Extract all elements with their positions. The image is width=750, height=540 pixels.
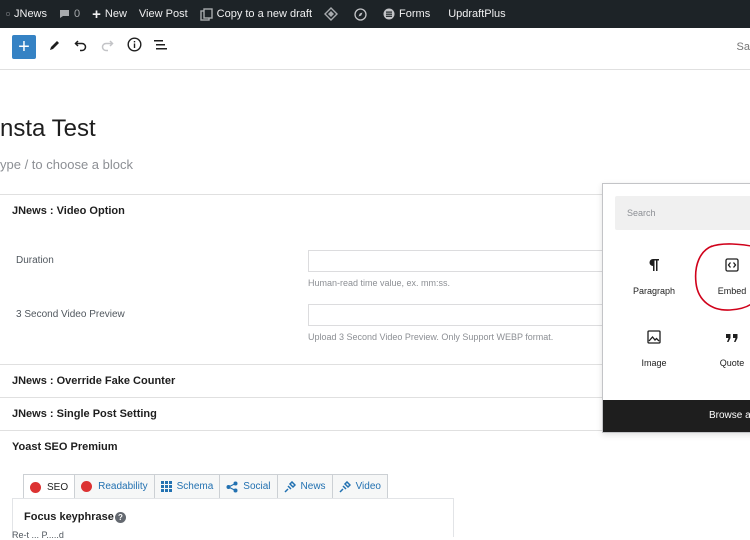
duration-help: Human-read time value, ex. mm:ss. bbox=[308, 278, 451, 288]
undo-icon bbox=[74, 38, 88, 57]
block-quote[interactable]: Quote bbox=[697, 330, 750, 368]
video-preview-help: Upload 3 Second Video Preview. Only Supp… bbox=[308, 332, 554, 342]
plug-icon bbox=[339, 480, 351, 493]
comment-bubble-icon bbox=[59, 9, 70, 19]
truncated-text: Re-t ... P.....d bbox=[12, 530, 64, 540]
single-post-setting-heading[interactable]: JNews : Single Post Setting bbox=[12, 408, 157, 420]
yoast-seo-heading[interactable]: Yoast SEO Premium bbox=[12, 441, 118, 453]
readability-score-dot bbox=[81, 481, 93, 492]
list-view-button[interactable] bbox=[149, 36, 171, 58]
wordpress-icon bbox=[6, 9, 10, 19]
metabox-divider bbox=[0, 364, 604, 365]
block-appender-placeholder[interactable]: ype / to choose a block bbox=[0, 157, 133, 172]
copy-draft-link[interactable]: Copy to a new draft bbox=[194, 0, 318, 28]
tab-seo[interactable]: SEO bbox=[23, 474, 76, 499]
list-view-icon bbox=[153, 38, 168, 57]
tab-social[interactable]: Social bbox=[219, 474, 278, 498]
seo-score-dot bbox=[30, 481, 41, 493]
plug-icon bbox=[284, 480, 296, 493]
fake-counter-heading[interactable]: JNews : Override Fake Counter bbox=[12, 375, 175, 387]
site-name-link[interactable]: JNews bbox=[0, 0, 53, 28]
post-title[interactable]: nsta Test bbox=[0, 115, 96, 143]
diamond-icon bbox=[324, 7, 339, 21]
admin-bar: JNews 0 + New View Post Copy to a new dr… bbox=[0, 0, 750, 28]
plus-icon: + bbox=[92, 5, 101, 23]
video-option-heading[interactable]: JNews : Video Option bbox=[12, 205, 125, 217]
tools-button[interactable] bbox=[44, 36, 66, 58]
save-draft-link[interactable]: Sa bbox=[737, 41, 750, 53]
duration-label: Duration bbox=[16, 255, 54, 266]
duration-input[interactable] bbox=[308, 250, 630, 272]
browse-all-button[interactable]: Browse al bbox=[603, 400, 750, 432]
quote-icon bbox=[697, 330, 750, 346]
video-preview-input[interactable] bbox=[308, 304, 630, 326]
help-icon[interactable]: ? bbox=[115, 512, 126, 523]
block-inserter-toggle[interactable]: + bbox=[12, 35, 36, 59]
undo-button[interactable] bbox=[70, 36, 92, 58]
block-paragraph[interactable]: Paragraph bbox=[619, 258, 689, 296]
search-placeholder: Search bbox=[627, 208, 656, 218]
diamond-menu-link[interactable] bbox=[318, 0, 348, 28]
focus-keyphrase-label: Focus keyphrase bbox=[24, 511, 114, 523]
grid-icon bbox=[160, 481, 172, 492]
yoast-tabs: SEO Readability Schema Social News Video bbox=[23, 474, 388, 499]
details-button[interactable] bbox=[123, 36, 145, 58]
block-image[interactable]: Image bbox=[619, 330, 689, 368]
image-icon bbox=[619, 330, 689, 346]
editor-toolbar: + Sa bbox=[0, 28, 750, 70]
info-icon bbox=[126, 37, 142, 57]
tab-schema[interactable]: Schema bbox=[153, 474, 221, 498]
tab-readability[interactable]: Readability bbox=[74, 474, 155, 498]
pencil-icon bbox=[48, 38, 62, 57]
redo-icon bbox=[100, 38, 114, 57]
view-post-link[interactable]: View Post bbox=[133, 0, 194, 28]
forms-icon bbox=[383, 8, 395, 20]
comments-link[interactable]: 0 bbox=[53, 0, 86, 28]
video-preview-label: 3 Second Video Preview bbox=[16, 309, 125, 320]
paragraph-icon bbox=[619, 258, 689, 274]
metabox-divider bbox=[0, 194, 604, 195]
forms-link[interactable]: Forms bbox=[377, 0, 436, 28]
share-icon bbox=[226, 481, 238, 493]
plus-icon: + bbox=[18, 36, 30, 58]
metabox-divider bbox=[0, 397, 604, 398]
tab-video[interactable]: Video bbox=[331, 474, 388, 498]
annotation-circle bbox=[694, 243, 750, 311]
new-content-link[interactable]: + New bbox=[86, 0, 133, 28]
copy-icon bbox=[199, 7, 213, 21]
redo-button[interactable] bbox=[96, 36, 118, 58]
compass-menu-link[interactable] bbox=[348, 0, 377, 28]
compass-icon bbox=[354, 7, 367, 21]
block-search-input[interactable]: Search bbox=[615, 196, 750, 230]
tab-news[interactable]: News bbox=[276, 474, 333, 498]
updraftplus-link[interactable]: UpdraftPlus bbox=[436, 0, 511, 28]
